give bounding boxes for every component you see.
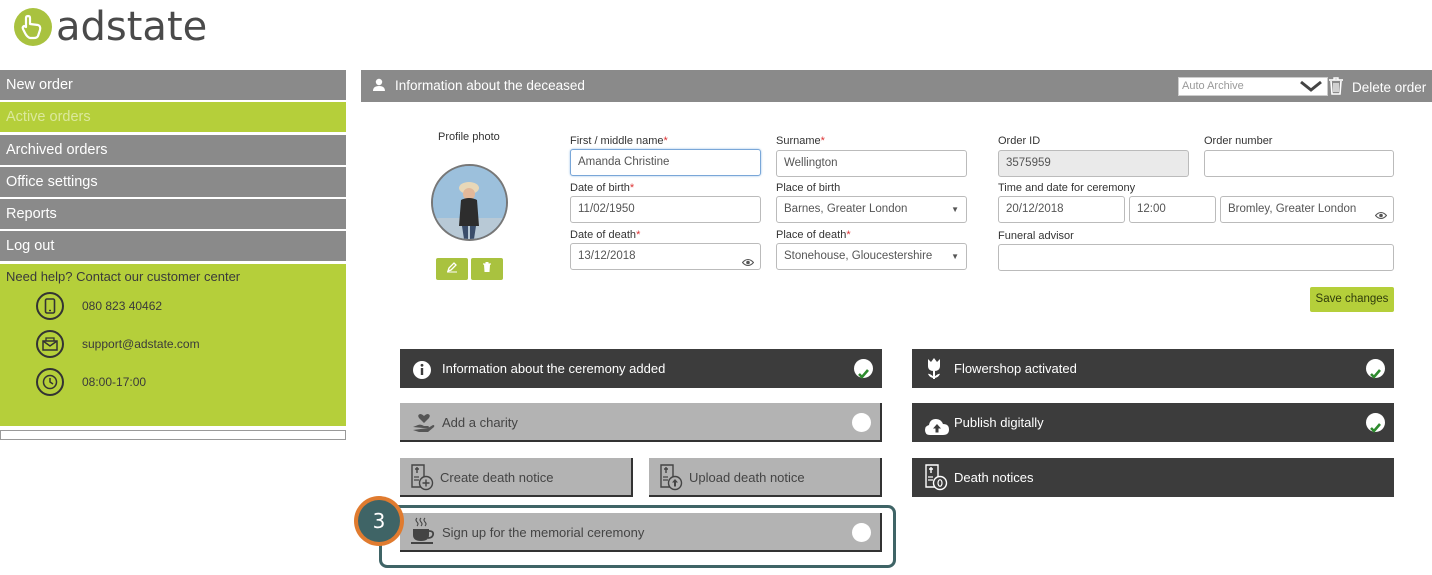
step-badge: 3 (354, 496, 404, 546)
delete-order-label: Delete order (1352, 79, 1427, 95)
first-name-input[interactable]: Amanda Christine (570, 149, 761, 176)
help-panel: Need help? Contact our customer center 0… (0, 263, 346, 426)
help-hours-row: 08:00-17:00 (36, 367, 147, 396)
avatar (431, 164, 508, 241)
sidebar-item-log-out[interactable]: Log out (0, 231, 346, 262)
sidebar-item-new-order[interactable]: New order (0, 70, 346, 100)
upload-death-notice-label: Upload death notice (689, 470, 805, 485)
eye-icon[interactable] (1374, 205, 1388, 222)
step-number: 3 (358, 500, 400, 542)
death-notices-label: Death notices (954, 470, 1034, 485)
notice-plus-icon (410, 463, 434, 506)
archive-select-value: Auto Archive (1182, 80, 1244, 92)
flowershop-button[interactable]: Flowershop activated (912, 349, 1394, 388)
sidebar: New order Active orders Archived orders … (0, 70, 346, 426)
cloud-upload-icon (924, 412, 950, 451)
place-of-death-value: Stonehouse, Gloucestershire (784, 250, 933, 262)
trash-icon (1328, 76, 1344, 98)
notice-list-icon (924, 463, 948, 506)
section-header: Information about the deceased Auto Arch… (361, 70, 1432, 102)
place-of-birth-value: Barnes, Greater London (784, 203, 908, 215)
help-phone[interactable]: 080 823 40462 (82, 299, 162, 313)
funeral-advisor-label: Funeral advisor (998, 230, 1074, 242)
death-notices-button[interactable]: Death notices (912, 458, 1394, 497)
flowershop-label: Flowershop activated (954, 361, 1077, 376)
clock-icon (36, 367, 64, 396)
upload-death-notice-button[interactable]: Upload death notice (649, 458, 882, 497)
funeral-advisor-input[interactable] (998, 244, 1394, 271)
order-id-label: Order ID (998, 135, 1041, 147)
order-id-field: 3575959 (998, 150, 1189, 177)
sidebar-item-office-settings[interactable]: Office settings (0, 166, 346, 197)
delete-order-button[interactable]: Delete order (1328, 76, 1426, 98)
add-charity-button[interactable]: Add a charity (400, 403, 882, 442)
publish-digitally-label: Publish digitally (954, 415, 1044, 430)
toggle-indicator[interactable] (852, 413, 871, 432)
ceremony-info-label: Information about the ceremony added (442, 361, 666, 376)
section-title: Information about the deceased (395, 78, 585, 93)
date-of-death-value: 13/12/2018 (578, 250, 636, 262)
archive-select[interactable]: Auto Archive (1178, 77, 1328, 96)
place-of-birth-select[interactable]: Barnes, Greater London ▼ (776, 196, 967, 223)
caret-down-icon: ▼ (951, 252, 959, 261)
ceremony-place-field[interactable]: Bromley, Greater London (1220, 196, 1394, 223)
help-phone-row: 080 823 40462 (36, 291, 162, 320)
checkmark-icon (854, 359, 873, 379)
ceremony-info-button[interactable]: Information about the ceremony added (400, 349, 882, 388)
place-of-death-label: Place of death* (776, 229, 851, 241)
user-icon (372, 78, 386, 97)
pencil-icon (446, 260, 458, 278)
help-email[interactable]: support@adstate.com (82, 337, 200, 351)
date-of-death-field[interactable]: 13/12/2018 (570, 243, 761, 270)
mail-icon (36, 329, 64, 358)
phone-icon (36, 291, 64, 320)
trash-icon (482, 260, 492, 278)
sidebar-item-archived-orders[interactable]: Archived orders (0, 134, 346, 165)
surname-label: Surname* (776, 135, 825, 147)
help-title: Need help? Contact our customer center (6, 268, 241, 284)
sidebar-item-reports[interactable]: Reports (0, 199, 346, 230)
create-death-notice-button[interactable]: Create death notice (400, 458, 633, 497)
place-of-birth-label: Place of birth (776, 182, 841, 194)
create-death-notice-label: Create death notice (440, 470, 554, 485)
date-of-birth-label: Date of birth* (570, 182, 635, 194)
step-highlight-frame (379, 505, 896, 568)
date-of-birth-input[interactable]: 11/02/1950 (570, 196, 761, 223)
tulip-icon (924, 356, 944, 395)
ceremony-date-input[interactable]: 20/12/2018 (998, 196, 1125, 223)
info-icon (412, 356, 432, 395)
ceremony-time-input[interactable]: 12:00 (1129, 196, 1216, 223)
sidebar-item-active-orders[interactable]: Active orders (0, 102, 346, 133)
brand-name: adstate (56, 4, 208, 50)
profile-photo-label: Profile photo (438, 131, 500, 143)
hand-heart-icon (412, 410, 436, 449)
ceremony-place-value: Bromley, Greater London (1228, 203, 1357, 215)
sidebar-scrollbar[interactable] (0, 430, 346, 440)
adstate-logo[interactable]: adstate (14, 2, 207, 52)
caret-down-icon: ▼ (951, 205, 959, 214)
order-number-label: Order number (1204, 135, 1273, 147)
save-changes-button[interactable]: Save changes (1310, 287, 1394, 312)
place-of-death-select[interactable]: Stonehouse, Gloucestershire ▼ (776, 243, 967, 270)
help-email-row: support@adstate.com (36, 329, 200, 358)
publish-digitally-button[interactable]: Publish digitally (912, 403, 1394, 442)
first-name-label: First / middle name* (570, 135, 668, 147)
surname-input[interactable]: Wellington (776, 150, 967, 177)
add-charity-label: Add a charity (442, 415, 518, 430)
ceremony-label: Time and date for ceremony (998, 182, 1136, 194)
hand-pointer-icon (14, 8, 52, 46)
date-of-death-label: Date of death* (570, 229, 641, 241)
order-number-input[interactable] (1204, 150, 1394, 177)
eye-icon[interactable] (741, 252, 755, 269)
chevron-down-icon (1299, 79, 1323, 99)
edit-photo-button[interactable] (436, 258, 468, 280)
notice-upload-icon (659, 463, 683, 506)
checkmark-icon (1366, 359, 1385, 379)
help-hours: 08:00-17:00 (82, 374, 147, 389)
delete-photo-button[interactable] (471, 258, 503, 280)
checkmark-icon (1366, 413, 1385, 433)
